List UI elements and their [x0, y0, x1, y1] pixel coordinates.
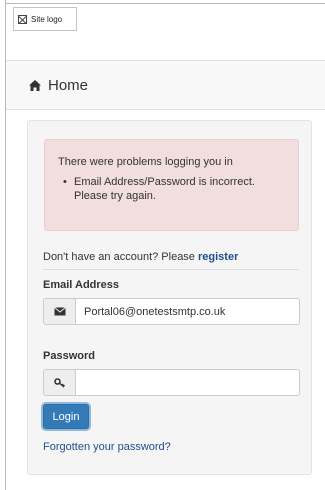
- login-panel: There were problems logging you in Email…: [27, 120, 312, 475]
- email-field[interactable]: [76, 298, 300, 325]
- broken-image-icon: [18, 14, 27, 24]
- email-label: Email Address: [43, 279, 120, 291]
- window-top-border: [0, 0, 325, 4]
- password-addon: [43, 369, 76, 396]
- register-prompt-text: Don't have an account? Please: [43, 251, 195, 263]
- register-prompt: Don't have an account? Please register: [43, 251, 299, 270]
- password-input-group: [43, 369, 300, 396]
- home-link[interactable]: Home: [48, 77, 88, 94]
- home-icon[interactable]: [28, 79, 42, 92]
- alert-item: Email Address/Password is incorrect. Ple…: [63, 175, 286, 203]
- password-label: Password: [43, 350, 95, 362]
- login-button[interactable]: Login: [43, 404, 89, 429]
- register-link[interactable]: register: [198, 251, 238, 263]
- key-icon: [53, 377, 65, 388]
- error-alert: There were problems logging you in Email…: [44, 139, 299, 231]
- alert-list: Email Address/Password is incorrect. Ple…: [58, 175, 286, 203]
- site-logo-alt-text: Site logo: [31, 14, 63, 24]
- password-field[interactable]: [76, 369, 300, 396]
- email-addon: [43, 298, 76, 325]
- email-input-group: [43, 298, 300, 325]
- envelope-icon: [53, 307, 66, 316]
- alert-title: There were problems logging you in: [58, 156, 233, 168]
- forgot-password-link[interactable]: Forgotten your password?: [43, 441, 171, 453]
- site-logo[interactable]: Site logo: [13, 7, 77, 31]
- navbar: Home: [6, 60, 325, 110]
